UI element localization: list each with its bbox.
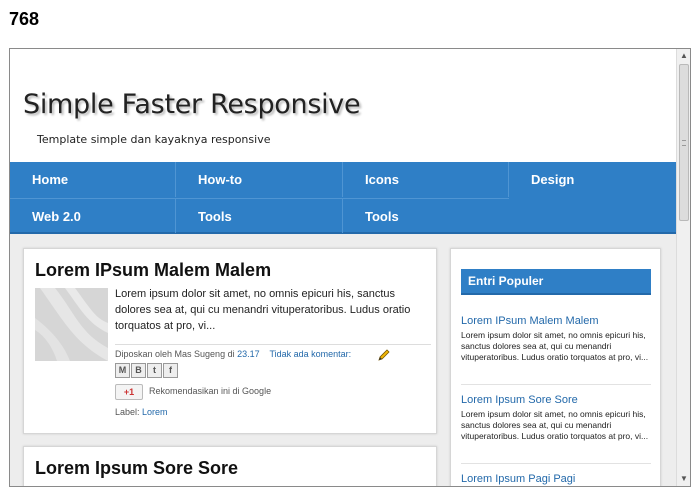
page-viewport: Simple Faster Responsive Template simple… <box>10 49 676 486</box>
popular-post-item: Lorem Ipsum Sore Sore Lorem ipsum dolor … <box>461 394 651 464</box>
popular-posts-title: Entri Populer <box>461 269 651 295</box>
browser-frame: Simple Faster Responsive Template simple… <box>9 48 691 487</box>
post-card: Lorem Ipsum Sore Sore <box>23 446 437 486</box>
post-card: Lorem IPsum Malem Malem Lorem ipsum dolo… <box>23 248 437 434</box>
grip-icon <box>682 140 686 146</box>
share-facebook-icon[interactable]: f <box>163 363 178 378</box>
label-link[interactable]: Lorem <box>142 407 168 417</box>
site-description: Template simple dan kayaknya responsive <box>37 133 271 146</box>
popular-post-link[interactable]: Lorem Ipsum Sore Sore <box>461 394 651 406</box>
nav-item-how-to[interactable]: How-to <box>176 162 343 197</box>
thumbnail-placeholder-icon <box>35 288 108 361</box>
post-time-link[interactable]: 23.17 <box>237 349 260 359</box>
nav-item-home[interactable]: Home <box>10 162 176 197</box>
scroll-down-icon[interactable]: ▼ <box>677 472 690 486</box>
label-prefix: Label: <box>115 407 140 417</box>
popular-post-snippet: Lorem ipsum dolor sit amet, no omnis epi… <box>461 409 649 441</box>
popular-post-item: Lorem IPsum Malem Malem Lorem ipsum dolo… <box>461 315 651 385</box>
google-plus-one-button[interactable]: +1 <box>115 384 143 400</box>
site-header: Simple Faster Responsive Template simple… <box>10 49 676 162</box>
popular-post-item: Lorem Ipsum Pagi Pagi <box>461 473 651 486</box>
nav-item-web-2[interactable]: Web 2.0 <box>10 198 176 233</box>
post-meta: Diposkan oleh Mas Sugeng di 23.17 Tidak … <box>115 344 431 361</box>
share-blogger-icon[interactable]: B <box>131 363 146 378</box>
share-twitter-icon[interactable]: t <box>147 363 162 378</box>
nav-item-tools[interactable]: Tools <box>176 198 343 233</box>
edit-pencil-icon[interactable] <box>377 348 391 364</box>
scrollbar-thumb[interactable] <box>679 64 689 221</box>
popular-post-link[interactable]: Lorem IPsum Malem Malem <box>461 315 651 327</box>
post-labels: Label: Lorem <box>115 407 168 417</box>
post-comments-link[interactable]: Tidak ada komentar: <box>269 349 351 359</box>
scroll-up-icon[interactable]: ▲ <box>677 49 690 63</box>
nav-item-tools-2[interactable]: Tools <box>343 198 509 233</box>
post-title[interactable]: Lorem IPsum Malem Malem <box>35 260 271 281</box>
popular-post-link[interactable]: Lorem Ipsum Pagi Pagi <box>461 473 651 485</box>
nav-item-icons[interactable]: Icons <box>343 162 509 197</box>
post-author: Diposkan oleh Mas Sugeng di <box>115 349 235 359</box>
post-thumbnail[interactable] <box>35 288 108 361</box>
nav-item-design[interactable]: Design <box>509 162 676 197</box>
main-navigation: Home How-to Icons Design Web 2.0 Tools T… <box>10 162 676 234</box>
google-recommend-text: Rekomendasikan ini di Google <box>149 386 272 396</box>
popular-post-snippet: Lorem ipsum dolor sit amet, no omnis epi… <box>461 330 649 362</box>
viewport-width-caption: 768 <box>9 9 40 29</box>
post-title[interactable]: Lorem Ipsum Sore Sore <box>35 458 238 479</box>
post-snippet: Lorem ipsum dolor sit amet, no omnis epi… <box>115 288 411 332</box>
sidebar: Entri Populer Lorem IPsum Malem Malem Lo… <box>450 248 661 486</box>
site-title[interactable]: Simple Faster Responsive <box>23 89 361 120</box>
share-email-icon[interactable]: M <box>115 363 130 378</box>
vertical-scrollbar[interactable]: ▲ ▼ <box>676 49 690 486</box>
